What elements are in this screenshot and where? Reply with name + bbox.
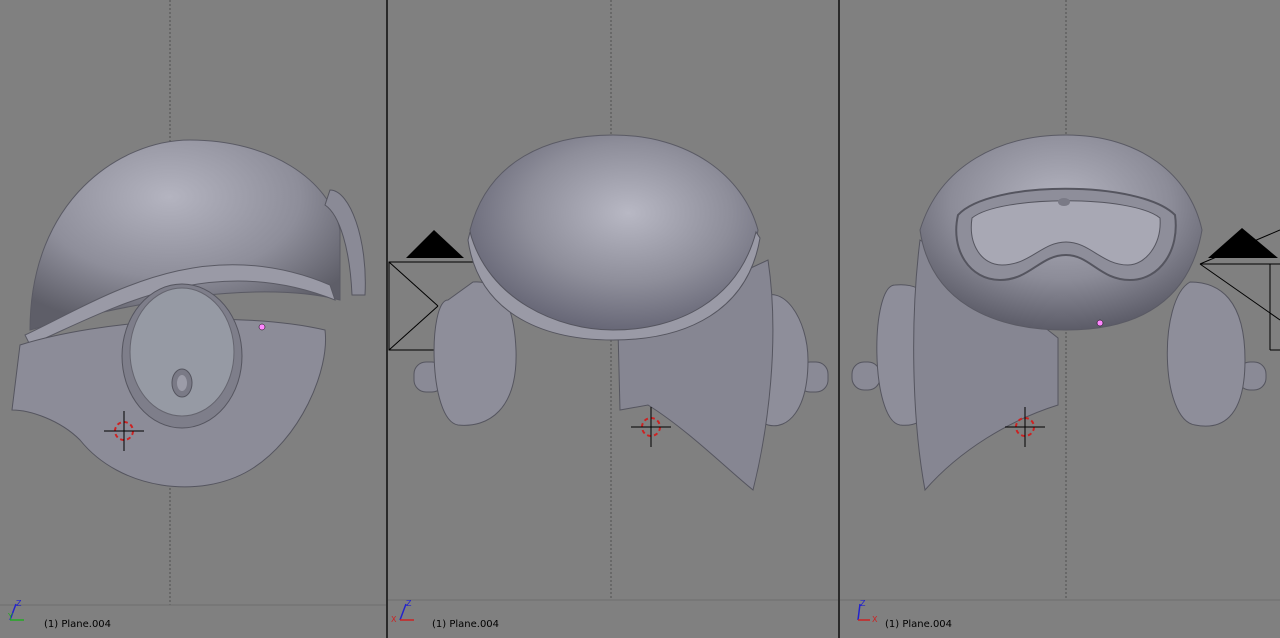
axis-label-z: Z <box>860 599 866 608</box>
axis-label-z: Z <box>16 599 22 608</box>
selected-vertex[interactable] <box>1096 319 1104 327</box>
viewport-object-label: (1) Plane.004 <box>885 619 953 630</box>
selected-vertex[interactable] <box>258 323 266 331</box>
viewport-side-canvas[interactable] <box>0 0 388 638</box>
viewport-side[interactable]: Z Y (1) Plane.004 <box>0 0 388 638</box>
viewport-object-label: (1) Plane.004 <box>432 619 500 630</box>
axis-label-y: Y <box>7 612 13 621</box>
axis-gizmo: Z X <box>857 599 878 624</box>
viewport-perspective-canvas[interactable] <box>840 0 1280 638</box>
viewport-perspective[interactable]: Z X (1) Plane.004 <box>840 0 1280 638</box>
axis-label-x: X <box>391 615 397 624</box>
axis-label-x: X <box>872 615 878 624</box>
axis-gizmo: Z X <box>391 599 414 624</box>
axis-gizmo: Z Y <box>7 599 24 621</box>
axis-label-z: Z <box>406 599 412 608</box>
viewport-front[interactable]: Z X (1) Plane.004 <box>388 0 840 638</box>
viewport-object-label: (1) Plane.004 <box>44 619 112 630</box>
viewport-area: Z Y (1) Plane.004 Z X (1) Plane.004 Z X … <box>0 0 1280 638</box>
ear-cup-plug-inner <box>177 375 187 391</box>
ear-knob-left <box>851 361 881 391</box>
viewport-front-canvas[interactable] <box>388 0 840 638</box>
ear-cup-right <box>1166 281 1246 427</box>
